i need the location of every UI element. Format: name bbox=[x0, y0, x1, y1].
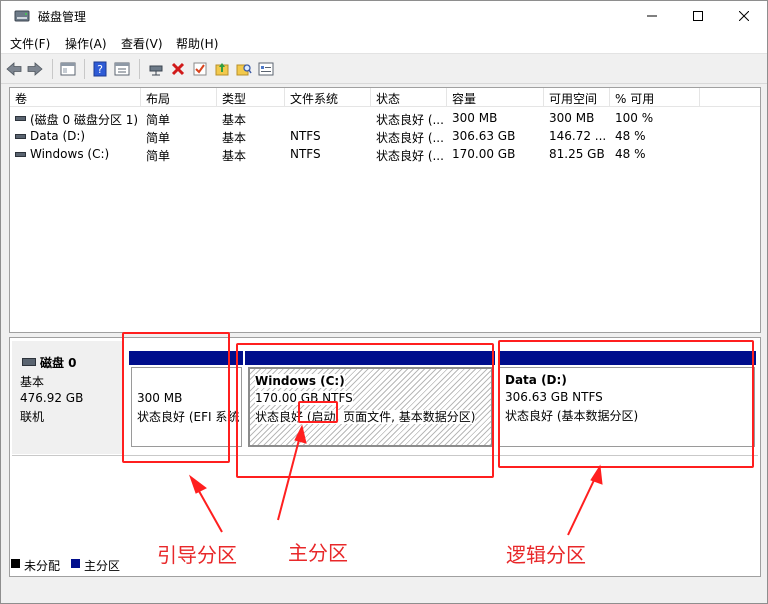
cell-free-space: 300 MB bbox=[549, 111, 595, 125]
legend-unallocated-label: 未分配 bbox=[24, 559, 61, 573]
legend-primary-swatch bbox=[71, 559, 80, 568]
legend-unallocated-swatch bbox=[11, 559, 20, 568]
cell-capacity: 306.63 GB bbox=[452, 129, 516, 143]
disk-0-info[interactable]: 磁盘 0 基本 476.92 GB 联机 bbox=[12, 341, 124, 454]
title-bar: 磁盘管理 bbox=[1, 1, 767, 31]
export-list-icon[interactable] bbox=[257, 60, 275, 78]
connect-disk-icon[interactable] bbox=[147, 60, 165, 78]
table-row[interactable]: Data (D:) 简单 基本 NTFS 状态良好 (... 306.63 GB… bbox=[10, 127, 760, 145]
column-header-filesystem[interactable]: 文件系统 bbox=[285, 88, 371, 107]
maximize-button[interactable] bbox=[675, 1, 721, 31]
cell-volume: Data (D:) bbox=[30, 129, 86, 143]
search-folder-icon[interactable] bbox=[235, 60, 253, 78]
column-header-filler bbox=[700, 88, 760, 107]
column-header-capacity[interactable]: 容量 bbox=[447, 88, 544, 107]
menu-help[interactable]: 帮助(H) bbox=[176, 35, 218, 52]
legend-primary-label: 主分区 bbox=[84, 559, 121, 573]
cell-percent-free: 48 % bbox=[615, 147, 646, 161]
disk-size: 476.92 GB bbox=[20, 391, 84, 405]
cell-layout: 简单 bbox=[146, 113, 171, 127]
back-arrow-icon[interactable] bbox=[5, 60, 23, 78]
column-header-percent-free[interactable]: % 可用 bbox=[610, 88, 700, 107]
cell-type: 基本 bbox=[222, 131, 247, 145]
boot-partition-highlight bbox=[122, 332, 230, 463]
menu-view[interactable]: 查看(V) bbox=[121, 35, 163, 52]
maximize-icon bbox=[693, 11, 703, 21]
disk-management-icon bbox=[14, 10, 30, 22]
svg-text:?: ? bbox=[97, 63, 103, 76]
cell-layout: 简单 bbox=[146, 131, 171, 145]
boot-flag-highlight bbox=[298, 401, 338, 423]
check-icon[interactable] bbox=[191, 60, 209, 78]
console-tree-icon[interactable] bbox=[59, 60, 77, 78]
close-icon bbox=[738, 10, 750, 22]
column-header-status[interactable]: 状态 bbox=[371, 88, 447, 107]
volume-icon bbox=[15, 152, 26, 157]
logical-partition-highlight bbox=[498, 340, 754, 468]
toolbar-separator bbox=[52, 59, 53, 79]
cell-layout: 简单 bbox=[146, 149, 171, 163]
primary-partition-label: 主分区 bbox=[288, 541, 348, 565]
disk-name: 磁盘 0 bbox=[40, 356, 77, 370]
column-header-free-space[interactable]: 可用空间 bbox=[544, 88, 610, 107]
cell-status: 状态良好 (... bbox=[376, 113, 444, 127]
volume-icon bbox=[15, 134, 26, 139]
forward-arrow-icon[interactable] bbox=[26, 60, 44, 78]
column-header-type[interactable]: 类型 bbox=[217, 88, 285, 107]
disk-status: 联机 bbox=[20, 410, 45, 424]
cell-status: 状态良好 (... bbox=[376, 131, 444, 145]
cell-type: 基本 bbox=[222, 149, 247, 163]
cell-free-space: 81.25 GB bbox=[549, 147, 605, 161]
disk-management-window: 磁盘管理 文件(F) 操作(A) 查看(V) 帮助(H) ? 卷 布局 类型 文… bbox=[0, 0, 768, 604]
cell-status: 状态良好 (... bbox=[376, 149, 444, 163]
help-icon[interactable]: ? bbox=[91, 60, 109, 78]
delete-icon[interactable] bbox=[169, 60, 187, 78]
primary-partition-highlight bbox=[236, 343, 494, 478]
menu-file[interactable]: 文件(F) bbox=[10, 35, 50, 52]
volume-icon bbox=[15, 116, 26, 121]
cell-free-space: 146.72 ... bbox=[549, 129, 607, 143]
window-title: 磁盘管理 bbox=[38, 10, 87, 24]
cell-capacity: 300 MB bbox=[452, 111, 498, 125]
cell-volume: (磁盘 0 磁盘分区 1) bbox=[30, 113, 139, 127]
properties-icon[interactable] bbox=[113, 60, 131, 78]
cell-percent-free: 48 % bbox=[615, 129, 646, 143]
column-header-layout[interactable]: 布局 bbox=[141, 88, 217, 107]
boot-partition-label: 引导分区 bbox=[157, 543, 237, 567]
close-button[interactable] bbox=[721, 1, 767, 31]
logical-partition-label: 逻辑分区 bbox=[506, 543, 586, 567]
cell-volume: Windows (C:) bbox=[30, 147, 110, 161]
table-row[interactable]: (磁盘 0 磁盘分区 1) 简单 基本 状态良好 (... 300 MB 300… bbox=[10, 109, 760, 127]
minimize-icon bbox=[647, 15, 657, 17]
table-row[interactable]: Windows (C:) 简单 基本 NTFS 状态良好 (... 170.00… bbox=[10, 145, 760, 163]
cell-type: 基本 bbox=[222, 113, 247, 127]
disk-type: 基本 bbox=[20, 375, 45, 389]
menu-action[interactable]: 操作(A) bbox=[65, 35, 107, 52]
column-header-volume[interactable]: 卷 bbox=[10, 88, 141, 107]
toolbar: ? bbox=[1, 53, 767, 84]
cell-filesystem: NTFS bbox=[290, 129, 321, 143]
folder-up-icon[interactable] bbox=[213, 60, 231, 78]
minimize-button[interactable] bbox=[629, 1, 675, 31]
cell-percent-free: 100 % bbox=[615, 111, 654, 125]
menu-bar: 文件(F) 操作(A) 查看(V) 帮助(H) bbox=[1, 31, 767, 53]
volume-list[interactable]: 卷 布局 类型 文件系统 状态 容量 可用空间 % 可用 (磁盘 0 磁盘分区 … bbox=[9, 87, 761, 333]
toolbar-separator bbox=[84, 59, 85, 79]
cell-capacity: 170.00 GB bbox=[452, 147, 516, 161]
toolbar-separator bbox=[139, 59, 140, 79]
disk-icon bbox=[22, 358, 36, 366]
cell-filesystem: NTFS bbox=[290, 147, 321, 161]
